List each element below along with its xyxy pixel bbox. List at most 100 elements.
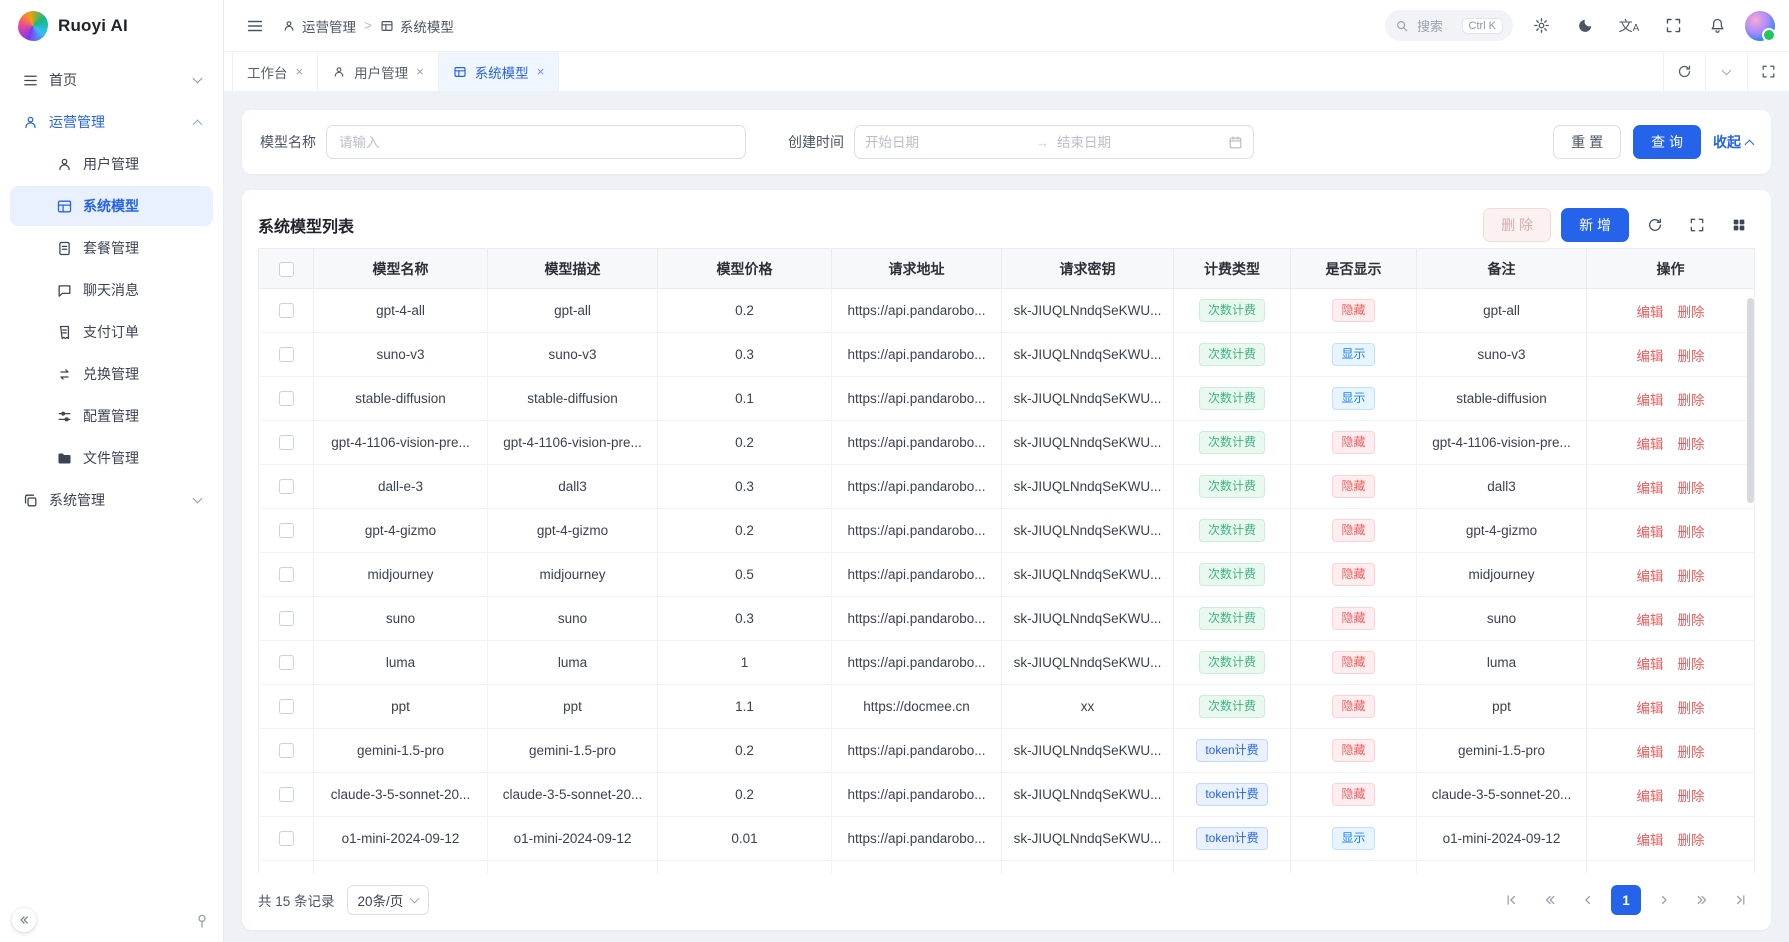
edit-link[interactable]: 编辑	[1637, 349, 1664, 364]
edit-link[interactable]: 编辑	[1637, 393, 1664, 408]
close-icon[interactable]: ×	[296, 64, 304, 79]
tab-menu-button[interactable]	[1705, 52, 1747, 91]
notifications-button[interactable]	[1701, 10, 1733, 42]
edit-link[interactable]: 编辑	[1637, 305, 1664, 320]
start-date-input[interactable]	[865, 135, 1028, 150]
tab-workbench[interactable]: 工作台 ×	[232, 52, 318, 91]
content-fullscreen-button[interactable]	[1747, 52, 1789, 91]
sidebar-collapse-button[interactable]	[12, 908, 36, 932]
end-date-input[interactable]	[1057, 135, 1220, 150]
delete-link[interactable]: 删除	[1678, 305, 1705, 320]
delete-link[interactable]: 删除	[1678, 701, 1705, 716]
row-checkbox[interactable]	[279, 303, 294, 318]
edit-link[interactable]: 编辑	[1637, 701, 1664, 716]
row-checkbox[interactable]	[279, 787, 294, 802]
edit-link[interactable]: 编辑	[1637, 569, 1664, 584]
row-checkbox[interactable]	[279, 655, 294, 670]
last-page-button[interactable]	[1725, 885, 1755, 915]
edit-link[interactable]: 编辑	[1637, 745, 1664, 760]
edit-link[interactable]: 编辑	[1637, 833, 1664, 848]
query-button[interactable]: 查 询	[1633, 125, 1701, 159]
delete-link[interactable]: 删除	[1678, 349, 1705, 364]
first-page-button[interactable]	[1497, 885, 1527, 915]
sidebar-item-home[interactable]: 首页	[10, 60, 213, 100]
cell-model-name: ppt	[314, 685, 488, 729]
model-name-input[interactable]	[326, 125, 746, 159]
prev-page-button[interactable]	[1573, 885, 1603, 915]
date-range-picker[interactable]: →	[854, 125, 1254, 159]
delete-link[interactable]: 删除	[1678, 833, 1705, 848]
page-number-button[interactable]: 1	[1611, 885, 1641, 915]
delete-link[interactable]: 删除	[1678, 393, 1705, 408]
menu-toggle-button[interactable]	[240, 11, 270, 41]
row-checkbox[interactable]	[279, 831, 294, 846]
row-checkbox[interactable]	[279, 743, 294, 758]
sidebar-item-files[interactable]: 文件管理	[10, 438, 213, 478]
search-input[interactable]: 搜索 Ctrl K	[1385, 10, 1513, 41]
edit-link[interactable]: 编辑	[1637, 657, 1664, 672]
jump-back-button[interactable]	[1535, 885, 1565, 915]
row-checkbox[interactable]	[279, 611, 294, 626]
table-fullscreen-button[interactable]	[1681, 209, 1713, 241]
delete-link[interactable]: 删除	[1678, 789, 1705, 804]
row-checkbox[interactable]	[279, 479, 294, 494]
edit-link[interactable]: 编辑	[1637, 437, 1664, 452]
reset-button[interactable]: 重 置	[1553, 125, 1621, 159]
breadcrumb-item-operations[interactable]: 运营管理	[282, 16, 356, 36]
add-button[interactable]: 新 增	[1561, 208, 1629, 242]
tab-user-management[interactable]: 用户管理 ×	[318, 52, 439, 91]
delete-link[interactable]: 删除	[1678, 481, 1705, 496]
edit-link[interactable]: 编辑	[1637, 481, 1664, 496]
collapse-filter-link[interactable]: 收起	[1713, 132, 1753, 152]
row-checkbox[interactable]	[279, 347, 294, 362]
delete-link[interactable]: 删除	[1678, 569, 1705, 584]
sidebar-item-chat-messages[interactable]: 聊天消息	[10, 270, 213, 310]
gear-icon	[1533, 17, 1550, 34]
cell-billing-type: 次数计费	[1174, 641, 1291, 685]
app-logo[interactable]: Ruoyi AI	[0, 0, 223, 52]
edit-link[interactable]: 编辑	[1637, 525, 1664, 540]
edit-link[interactable]: 编辑	[1637, 789, 1664, 804]
table-scrollbar[interactable]	[1747, 298, 1754, 503]
avatar[interactable]	[1745, 11, 1775, 41]
fullscreen-button[interactable]	[1657, 10, 1689, 42]
language-button[interactable]: 文A	[1613, 10, 1645, 42]
sidebar-item-packages[interactable]: 套餐管理	[10, 228, 213, 268]
select-all-checkbox[interactable]	[279, 262, 294, 277]
sidebar-item-payment-orders[interactable]: 支付订单	[10, 312, 213, 352]
sidebar-item-exchange[interactable]: 兑换管理	[10, 354, 213, 394]
delete-link[interactable]: 删除	[1678, 657, 1705, 672]
next-page-button[interactable]	[1649, 885, 1679, 915]
delete-link[interactable]: 删除	[1678, 745, 1705, 760]
tab-label: 系统模型	[475, 62, 529, 82]
row-checkbox[interactable]	[279, 435, 294, 450]
dark-mode-button[interactable]	[1569, 10, 1601, 42]
sidebar-item-system-admin[interactable]: 系统管理	[10, 480, 213, 520]
cell-model-desc: o1-mini-2024-09-12	[488, 817, 658, 861]
row-checkbox[interactable]	[279, 523, 294, 538]
close-icon[interactable]: ×	[537, 64, 545, 79]
sidebar-item-config[interactable]: 配置管理	[10, 396, 213, 436]
sidebar-item-users[interactable]: 用户管理	[10, 144, 213, 184]
sidebar-item-operations[interactable]: 运营管理	[10, 102, 213, 142]
delete-link[interactable]: 删除	[1678, 525, 1705, 540]
refresh-tab-button[interactable]	[1663, 52, 1705, 91]
refresh-table-button[interactable]	[1639, 209, 1671, 241]
breadcrumb-item-system-model[interactable]: 系统模型	[380, 16, 454, 36]
delete-link[interactable]: 删除	[1678, 437, 1705, 452]
row-checkbox[interactable]	[279, 391, 294, 406]
tab-system-model[interactable]: 系统模型 ×	[439, 52, 560, 91]
jump-forward-button[interactable]	[1687, 885, 1717, 915]
row-checkbox[interactable]	[279, 699, 294, 714]
sidebar-item-system-model[interactable]: 系统模型	[10, 186, 213, 226]
delete-link[interactable]: 删除	[1678, 613, 1705, 628]
row-checkbox[interactable]	[279, 567, 294, 582]
batch-delete-button[interactable]: 删 除	[1483, 208, 1551, 242]
column-settings-button[interactable]	[1723, 209, 1755, 241]
page-size-select[interactable]: 20条/页	[347, 885, 430, 915]
cell-visibility: 隐藏	[1291, 729, 1417, 773]
close-icon[interactable]: ×	[416, 64, 424, 79]
pin-icon[interactable]	[193, 912, 211, 930]
edit-link[interactable]: 编辑	[1637, 613, 1664, 628]
settings-button[interactable]	[1525, 10, 1557, 42]
